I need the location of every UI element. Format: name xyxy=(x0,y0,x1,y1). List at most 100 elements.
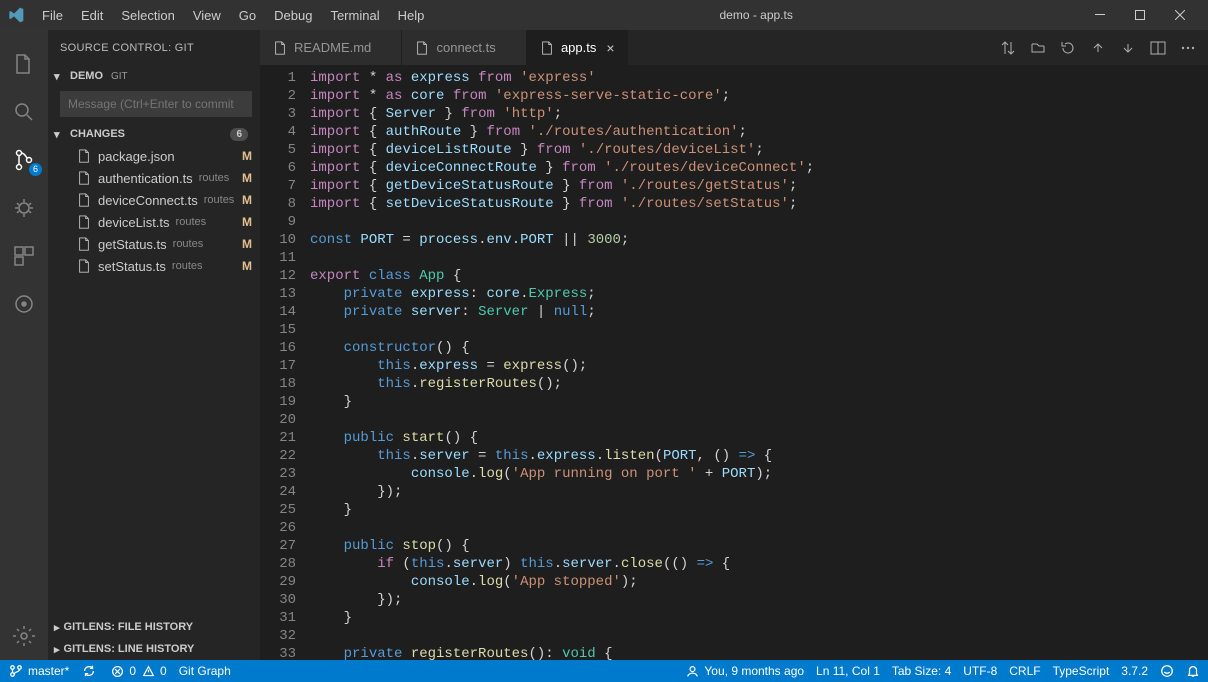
menu-help[interactable]: Help xyxy=(390,4,433,27)
compare-icon[interactable] xyxy=(1000,40,1016,56)
previous-change-icon[interactable] xyxy=(1090,40,1106,56)
sidebar-section-header[interactable]: ▸GITLENS: FILE HISTORY xyxy=(48,616,260,638)
sync-icon xyxy=(81,663,97,679)
file-name: authentication.ts xyxy=(98,171,193,186)
status-language-mode[interactable]: TypeScript xyxy=(1053,664,1110,678)
editor-tab[interactable]: app.ts× xyxy=(527,30,628,65)
changes-header[interactable]: ▾ CHANGES 6 xyxy=(48,123,260,145)
git-branch-icon xyxy=(8,663,24,679)
window-maximize-button[interactable] xyxy=(1120,0,1160,30)
file-path: routes xyxy=(204,194,235,206)
activity-debug-icon[interactable] xyxy=(0,184,48,232)
more-actions-icon[interactable] xyxy=(1180,40,1196,56)
file-path: routes xyxy=(172,260,203,272)
tab-label: connect.ts xyxy=(436,40,495,55)
sidebar: SOURCE CONTROL: GIT ▾ DEMO GIT ▾ CHANGES… xyxy=(48,30,260,660)
file-icon xyxy=(76,148,92,164)
menu-view[interactable]: View xyxy=(185,4,229,27)
status-eol[interactable]: CRLF xyxy=(1009,664,1040,678)
status-branch[interactable]: master* xyxy=(8,663,69,679)
status-encoding[interactable]: UTF-8 xyxy=(963,664,997,678)
code-editor[interactable]: 1234567891011121314151617181920212223242… xyxy=(260,65,1208,660)
changed-file-row[interactable]: deviceConnect.tsroutesM xyxy=(48,189,260,211)
activity-gitlens-icon[interactable] xyxy=(0,280,48,328)
title-bar: FileEditSelectionViewGoDebugTerminalHelp… xyxy=(0,0,1208,30)
window-close-button[interactable] xyxy=(1160,0,1200,30)
activity-explorer-icon[interactable] xyxy=(0,40,48,88)
menu-go[interactable]: Go xyxy=(231,4,264,27)
repo-name: DEMO xyxy=(70,70,103,82)
split-editor-icon[interactable] xyxy=(1150,40,1166,56)
window-minimize-button[interactable] xyxy=(1080,0,1120,30)
file-name: getStatus.ts xyxy=(98,237,167,252)
status-sync[interactable] xyxy=(81,663,97,679)
close-icon[interactable]: × xyxy=(606,40,614,56)
status-problems[interactable]: 0 0 xyxy=(109,663,166,679)
changes-count-badge: 6 xyxy=(230,128,248,141)
vscode-logo-icon xyxy=(8,7,24,23)
activity-search-icon[interactable] xyxy=(0,88,48,136)
sidebar-section-header[interactable]: ▸GITLENS: LINE HISTORY xyxy=(48,638,260,660)
code-content[interactable]: import * as express from 'express'import… xyxy=(310,65,1208,660)
file-path: routes xyxy=(176,216,207,228)
menu-file[interactable]: File xyxy=(34,4,71,27)
editor-tab[interactable]: README.md× xyxy=(260,30,402,65)
chevron-down-icon: ▾ xyxy=(54,70,66,83)
tab-label: README.md xyxy=(294,40,371,55)
file-name: deviceConnect.ts xyxy=(98,193,198,208)
status-blame[interactable]: You, 9 months ago xyxy=(684,663,804,679)
activity-extensions-icon[interactable] xyxy=(0,232,48,280)
menu-selection[interactable]: Selection xyxy=(113,4,182,27)
open-changes-icon[interactable] xyxy=(1030,40,1046,56)
status-ts-version[interactable]: 3.7.2 xyxy=(1121,664,1148,678)
editor-area: README.md×connect.ts×app.ts× 12345678910… xyxy=(260,30,1208,660)
file-icon xyxy=(539,40,555,56)
status-notifications-icon[interactable] xyxy=(1186,664,1200,678)
changed-file-row[interactable]: package.json M xyxy=(48,145,260,167)
file-icon xyxy=(76,236,92,252)
changes-label: CHANGES xyxy=(70,128,125,140)
changed-file-row[interactable]: setStatus.tsroutesM xyxy=(48,255,260,277)
sidebar-title: SOURCE CONTROL: GIT xyxy=(48,30,260,65)
window-title: demo - app.ts xyxy=(432,8,1080,22)
file-icon xyxy=(76,258,92,274)
line-number-gutter: 1234567891011121314151617181920212223242… xyxy=(260,65,310,660)
changed-file-row[interactable]: authentication.ts routes M xyxy=(48,167,260,189)
file-name: package.json xyxy=(98,149,175,164)
editor-tab[interactable]: connect.ts× xyxy=(402,30,526,65)
person-icon xyxy=(684,663,700,679)
status-git-graph[interactable]: Git Graph xyxy=(179,664,231,678)
activity-source-control-icon[interactable]: 6 xyxy=(0,136,48,184)
commit-message-input[interactable] xyxy=(60,91,252,117)
file-status: M xyxy=(242,149,252,163)
file-status: M xyxy=(242,171,252,185)
status-feedback-icon[interactable] xyxy=(1160,664,1174,678)
changed-file-row[interactable]: deviceList.ts routes M xyxy=(48,211,260,233)
file-name: deviceList.ts xyxy=(98,215,170,230)
file-icon xyxy=(76,214,92,230)
file-status: M xyxy=(242,237,252,251)
menu-terminal[interactable]: Terminal xyxy=(322,4,387,27)
repo-provider: GIT xyxy=(111,71,128,82)
chevron-right-icon: ▸ xyxy=(54,643,60,656)
chevron-right-icon: ▸ xyxy=(54,621,60,634)
editor-actions xyxy=(988,30,1208,65)
error-icon xyxy=(109,663,125,679)
activity-bar: 6 xyxy=(0,30,48,660)
activity-settings-icon[interactable] xyxy=(0,612,48,660)
status-bar: master* 0 0 Git Graph You, 9 months ago … xyxy=(0,660,1208,682)
changed-file-row[interactable]: getStatus.ts routes M xyxy=(48,233,260,255)
file-path: routes xyxy=(199,172,230,184)
menu-bar: FileEditSelectionViewGoDebugTerminalHelp xyxy=(34,4,432,27)
status-cursor-position[interactable]: Ln 11, Col 1 xyxy=(816,664,880,678)
file-path: routes xyxy=(173,238,204,250)
file-icon xyxy=(76,192,92,208)
status-tab-size[interactable]: Tab Size: 4 xyxy=(892,664,951,678)
file-status: M xyxy=(242,215,252,229)
discard-icon[interactable] xyxy=(1060,40,1076,56)
menu-debug[interactable]: Debug xyxy=(266,4,320,27)
file-name: setStatus.ts xyxy=(98,259,166,274)
next-change-icon[interactable] xyxy=(1120,40,1136,56)
repo-header[interactable]: ▾ DEMO GIT xyxy=(48,65,260,87)
menu-edit[interactable]: Edit xyxy=(73,4,111,27)
